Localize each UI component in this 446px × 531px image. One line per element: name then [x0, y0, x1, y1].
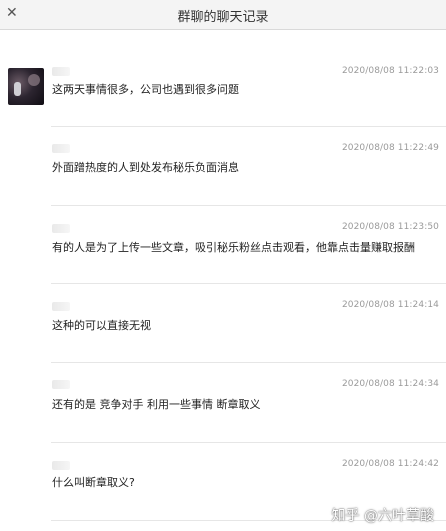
divider: [51, 283, 446, 284]
window-title: 群聊的聊天记录: [177, 10, 269, 25]
sender-name-blurred: [52, 224, 70, 233]
avatar-figure: [14, 82, 21, 96]
message-text: 这种的可以直接无视: [52, 319, 151, 332]
message-timestamp: 2020/08/08 11:24:34: [341, 379, 439, 389]
message-text: 还有的是 竞争对手 利用一些事情 断章取义: [52, 398, 261, 411]
message-text: 这两天事情很多，公司也遇到很多问题: [52, 83, 239, 96]
sender-name-blurred: [52, 380, 70, 389]
avatar-blur: [28, 74, 40, 86]
divider: [51, 205, 446, 206]
sender-name-blurred: [52, 461, 70, 470]
divider: [51, 362, 446, 363]
watermark: 知乎 @六叶草酸: [331, 508, 434, 524]
message-timestamp: 2020/08/08 11:24:14: [341, 300, 439, 310]
window-titlebar: ✕ 群聊的聊天记录: [0, 0, 446, 30]
divider: [51, 126, 446, 127]
message-timestamp: 2020/08/08 11:23:50: [341, 222, 439, 232]
message-timestamp: 2020/08/08 11:22:03: [341, 66, 439, 76]
message-text: 外面蹭热度的人到处发布秘乐负面消息: [52, 161, 239, 174]
sender-name-blurred: [52, 144, 70, 153]
message-text: 什么叫断章取义?: [52, 476, 135, 489]
message-text: 有的人是为了上传一些文章，吸引秘乐粉丝点击观看，他靠点击量赚取报酬: [52, 241, 415, 254]
avatar[interactable]: [8, 68, 44, 105]
chat-history-list[interactable]: 2020/08/08 11:22:03 这两天事情很多，公司也遇到很多问题 20…: [0, 30, 446, 531]
sender-name-blurred: [52, 302, 70, 311]
divider: [51, 442, 446, 443]
message-timestamp: 2020/08/08 11:24:42: [341, 459, 439, 469]
message-timestamp: 2020/08/08 11:22:49: [341, 143, 439, 153]
sender-name-blurred: [52, 67, 70, 76]
